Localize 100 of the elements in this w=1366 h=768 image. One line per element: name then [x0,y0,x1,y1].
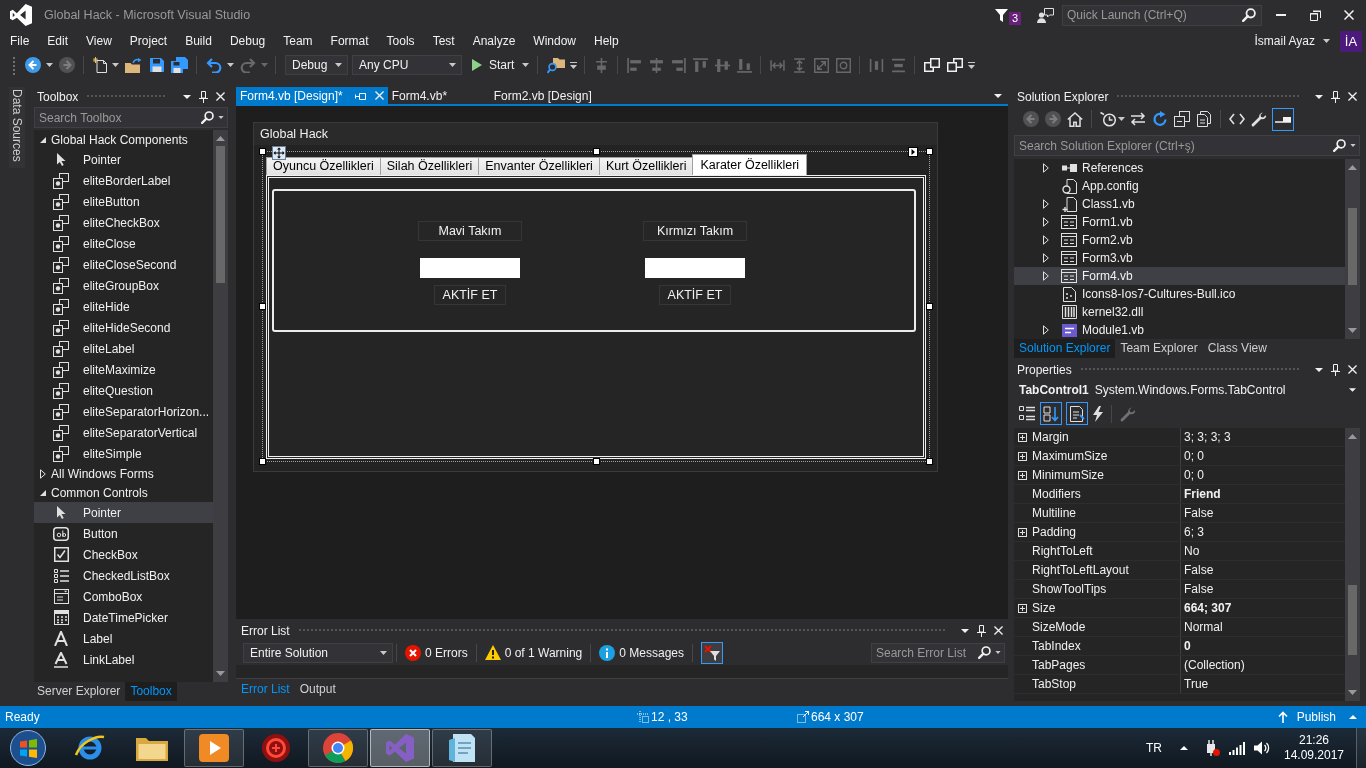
scroll-up-icon[interactable] [1348,434,1357,439]
toolbox-item[interactable]: eliteQuestion [34,380,213,401]
start-button[interactable]: Start [468,54,533,76]
power-plug-icon[interactable] [1204,740,1220,756]
panel-tab[interactable]: Toolbox [125,682,177,701]
form-tab[interactable]: Kurt Özellikleri [598,157,694,175]
property-value[interactable]: Friend [1181,485,1345,503]
toolbox-item[interactable]: eliteSeparatorVertical [34,422,213,443]
menu-item[interactable]: Debug [220,30,275,52]
selection-handle-icon[interactable] [926,303,933,310]
pin-icon[interactable] [199,90,208,103]
save-icon[interactable] [149,58,164,72]
panel-tab[interactable]: Solution Explorer [1014,339,1116,358]
tree-item[interactable]: kernel32.dll [1014,303,1345,321]
overflow-icon[interactable] [570,61,578,69]
collapsed-arrow-icon[interactable] [1043,163,1049,173]
new-project-icon[interactable] [92,57,107,73]
filter-icon[interactable] [994,8,1008,22]
caret-icon[interactable] [218,116,224,119]
panel-tab[interactable]: Team Explorer [1115,339,1203,358]
caret-icon[interactable] [995,650,1001,654]
bring-to-front-icon[interactable] [923,58,940,72]
scrollbar-thumb[interactable] [1348,585,1357,655]
close-icon[interactable] [1348,92,1357,101]
expand-plus-icon[interactable] [1017,432,1027,442]
form-tab[interactable]: Karater Özellikleri [692,154,808,175]
smart-tag-icon[interactable] [908,147,918,157]
collapse-all-icon[interactable] [1174,111,1190,127]
toolbox-item[interactable]: eliteHideSecond [34,317,213,338]
text-input[interactable] [420,258,520,278]
tree-item[interactable]: Class1.vb [1014,195,1345,213]
toolbox-item[interactable]: eliteHide [34,296,213,317]
notification-badge[interactable]: 3 [1008,11,1021,25]
property-value[interactable]: 0 [1181,637,1345,655]
scrollbar-thumb[interactable] [1348,208,1357,285]
scroll-down-icon[interactable] [216,671,225,676]
toolbox-item[interactable]: DateTimePicker [34,607,213,628]
taskbar-button[interactable] [432,729,492,767]
caret-up-icon[interactable] [1180,746,1188,750]
property-name[interactable]: TabIndex [1030,637,1181,655]
selection-handle-icon[interactable] [259,303,266,310]
property-value[interactable]: False [1181,580,1345,598]
toolbox-item[interactable]: eliteButton [34,191,213,212]
caret-icon[interactable] [227,63,234,67]
expand-plus-icon[interactable] [1017,603,1027,613]
refresh-icon[interactable] [1152,111,1168,127]
toolbox-item[interactable]: eliteGroupBox [34,275,213,296]
selection-handle-icon[interactable] [259,148,266,155]
toolbox-item[interactable]: Label [34,628,213,649]
property-name[interactable]: RightToLeft [1030,542,1181,560]
property-value[interactable]: (Collection) [1181,656,1345,674]
scroll-up-icon[interactable] [216,136,225,141]
code-view-icon[interactable] [1229,113,1245,125]
property-value[interactable]: 3; 3; 3; 3 [1181,428,1345,446]
folder-icon[interactable] [136,735,168,761]
menu-item[interactable]: Build [176,30,221,52]
dropdown-caret-icon[interactable] [1315,94,1323,99]
send-to-back-icon[interactable] [946,58,963,72]
close-icon[interactable] [216,92,225,101]
tree-item[interactable]: Form1.vb [1014,213,1345,231]
menu-item[interactable]: Help [585,30,628,52]
property-name[interactable]: Modifiers [1030,485,1181,503]
form-tab[interactable]: Envanter Özellikleri [478,157,600,175]
search-field[interactable]: Search Error List [871,642,1005,663]
tree-item[interactable]: Icons8-Ios7-Cultures-Bull.ico [1014,285,1345,303]
toolbox-group-header[interactable]: Common Controls [34,483,213,502]
pin-icon[interactable] [977,624,986,637]
caret-icon[interactable] [1118,117,1125,121]
toggle-button[interactable] [1272,107,1294,131]
property-name[interactable]: Multiline [1030,504,1181,522]
save-all-icon[interactable] [170,57,188,73]
side-tab[interactable]: Data Sources [9,87,25,168]
property-value[interactable]: 664; 307 [1181,599,1345,617]
property-name[interactable]: Size [1030,599,1181,617]
tree-item[interactable]: Form3.vb [1014,249,1345,267]
panel-tab[interactable]: Output [294,679,341,702]
form-tab[interactable]: Silah Özellikleri [379,157,480,175]
dropdown-caret-icon[interactable] [1315,367,1323,372]
taskbar-button[interactable] [308,729,368,767]
menu-item[interactable]: Analyze [463,30,525,52]
search-field[interactable]: Search Solution Explorer (Ctrl+ş) [1014,135,1360,156]
menu-item[interactable]: Team [274,30,322,52]
menu-item[interactable]: Tools [377,30,424,52]
toolbox-item[interactable]: eliteMaximize [34,359,213,380]
taskbar-button[interactable] [184,729,244,767]
property-name[interactable]: Padding [1030,523,1181,541]
property-name[interactable]: MinimumSize [1030,466,1181,484]
scroll-up-icon[interactable] [1348,165,1357,170]
toolbox-item[interactable]: eliteCheckBox [34,212,213,233]
expand-plus-icon[interactable] [1017,470,1027,480]
property-name[interactable]: TabPages [1030,656,1181,674]
property-name[interactable]: MaximumSize [1030,447,1181,465]
caret-icon[interactable] [1350,144,1356,147]
dropdown[interactable]: Any CPU [352,55,462,75]
tree-item[interactable]: Module1.vb [1014,321,1345,339]
toolbox-item[interactable]: LinkLabel [34,649,213,670]
panel-tab[interactable]: Error List [236,679,295,702]
scrollbar[interactable] [213,130,228,682]
toolbox-item[interactable]: ComboBox [34,586,213,607]
show-all-files-icon[interactable] [1196,111,1212,127]
